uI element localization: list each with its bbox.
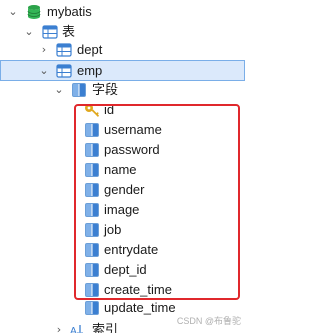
tables-group-label: 表 [62, 24, 76, 39]
tree-node-field[interactable]: image [0, 200, 245, 220]
database-icon [27, 5, 41, 19]
column-icon [85, 163, 99, 177]
field-label: gender [104, 182, 145, 197]
tree-node-field[interactable]: id [0, 100, 245, 120]
field-label: update_time [104, 300, 176, 315]
svg-text:A: A [70, 326, 77, 333]
table-icon [56, 43, 72, 57]
tree-node-fields-group[interactable]: ⌄ 字段 [0, 80, 245, 100]
field-label: id [104, 102, 115, 117]
tree-node-field[interactable]: password [0, 140, 245, 160]
tree-node-tables-group[interactable]: ⌄ 表 [0, 22, 245, 42]
chevron-down-icon[interactable]: ⌄ [38, 65, 50, 77]
key-icon [85, 104, 99, 117]
fields-group-label: 字段 [92, 82, 119, 97]
column-icon [85, 301, 99, 315]
watermark: CSDN @布鲁驼 [176, 316, 241, 326]
tree-node-table-emp[interactable]: ⌄ emp [0, 60, 245, 81]
column-icon [85, 263, 99, 277]
column-group-icon [72, 83, 86, 97]
tree-node-field[interactable]: username [0, 120, 245, 140]
field-label: dept_id [104, 262, 147, 277]
tree-node-field[interactable]: job [0, 220, 245, 240]
index-icon: A [70, 325, 83, 333]
table-group-icon [42, 25, 58, 39]
column-icon [85, 243, 99, 257]
field-label: image [104, 202, 140, 217]
column-icon [85, 223, 99, 237]
column-icon [85, 143, 99, 157]
chevron-right-icon[interactable]: › [53, 324, 65, 333]
chevron-down-icon[interactable]: ⌄ [23, 26, 35, 38]
field-label: entrydate [104, 242, 159, 257]
tree-node-field[interactable]: create_time [0, 280, 245, 300]
tree-node-field[interactable]: name [0, 160, 245, 180]
tree-node-table-dept[interactable]: › dept [0, 40, 245, 60]
field-label: job [104, 222, 122, 237]
table-label: dept [77, 42, 103, 57]
field-label: create_time [104, 282, 172, 297]
field-label: password [104, 142, 160, 157]
column-icon [85, 203, 99, 217]
tree-node-field[interactable]: dept_id [0, 260, 245, 280]
column-icon [85, 183, 99, 197]
database-label: mybatis [47, 4, 92, 19]
index-group-label: 索引 [92, 322, 119, 333]
column-icon [85, 123, 99, 137]
table-label: emp [77, 63, 103, 78]
chevron-down-icon[interactable]: ⌄ [7, 6, 19, 18]
field-label: username [104, 122, 162, 137]
column-icon [85, 283, 99, 297]
tree-node-field[interactable]: gender [0, 180, 245, 200]
field-label: name [104, 162, 137, 177]
chevron-right-icon[interactable]: › [38, 44, 50, 56]
chevron-down-icon[interactable]: ⌄ [53, 84, 65, 96]
table-icon [56, 64, 72, 78]
tree-node-field[interactable]: entrydate [0, 240, 245, 260]
tree-node-database[interactable]: ⌄ mybatis [0, 2, 245, 22]
